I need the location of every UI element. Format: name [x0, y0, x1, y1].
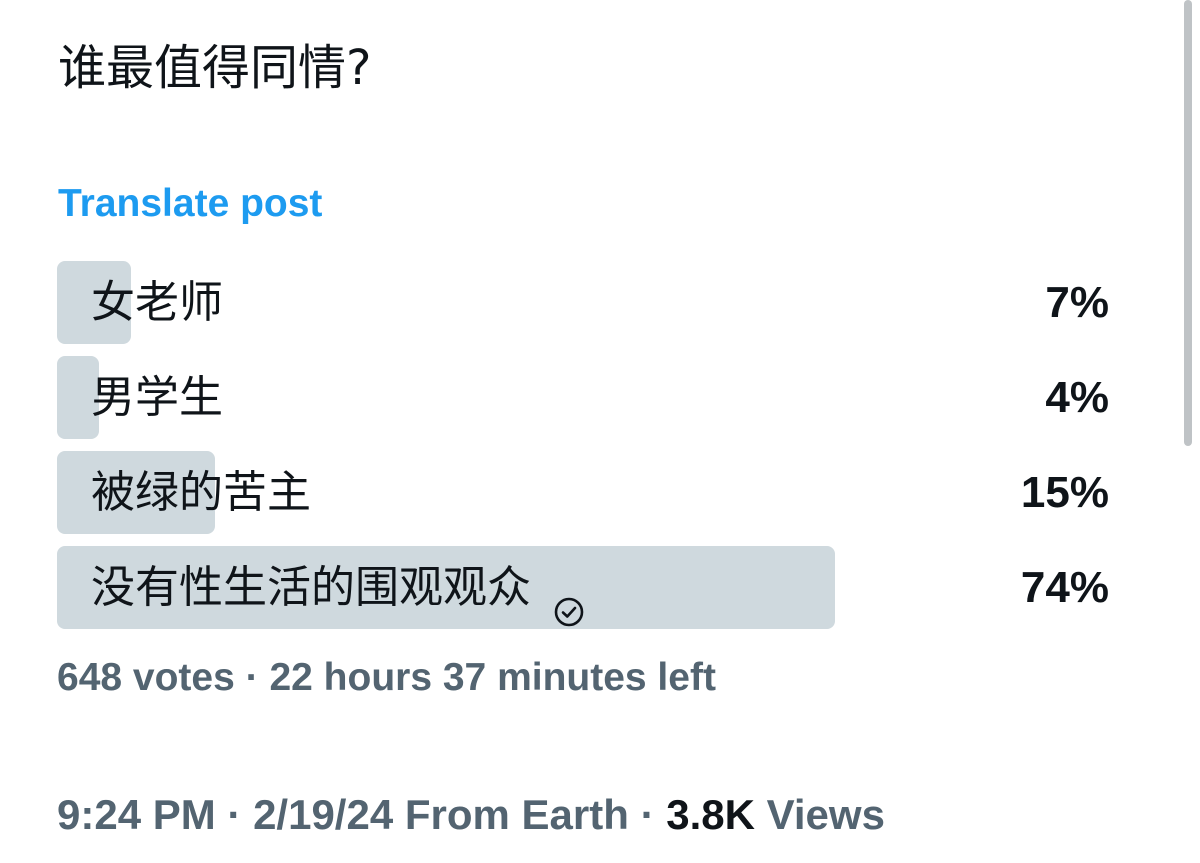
views-label: Views — [766, 791, 885, 838]
translate-post-link[interactable]: Translate post — [58, 178, 322, 230]
poll-meta: 648 votes · 22 hours 37 minutes left — [57, 652, 716, 704]
poll-option[interactable]: 被绿的苦主 15% — [57, 451, 1109, 534]
poll-time-left: 22 hours 37 minutes left — [269, 656, 716, 699]
poll-option-label: 男学生 — [91, 372, 223, 423]
poll: 女老师 7% 男学生 4% 被绿的苦主 15% 没有性生活的围观观众 74% — [57, 261, 1109, 641]
check-circle-icon — [553, 572, 585, 626]
post-time[interactable]: 9:24 PM — [57, 791, 216, 838]
separator: · — [628, 791, 667, 838]
separator: · — [215, 791, 254, 838]
poll-option-percent: 4% — [1045, 373, 1109, 422]
poll-option[interactable]: 没有性生活的围观观众 74% — [57, 546, 1109, 629]
post-meta: 9:24 PM · 2/19/24 From Earth · 3.8K View… — [57, 789, 885, 841]
post-source: From Earth — [404, 791, 629, 838]
poll-option-percent: 15% — [1020, 468, 1109, 517]
poll-vote-count: 648 votes — [57, 656, 235, 699]
views-count: 3.8K — [666, 791, 755, 838]
poll-option[interactable]: 女老师 7% — [57, 261, 1109, 344]
post-date[interactable]: 2/19/24 — [253, 791, 393, 838]
poll-option-label: 女老师 — [91, 277, 223, 328]
poll-option-percent: 74% — [1020, 563, 1109, 612]
separator: · — [234, 656, 270, 699]
poll-option-label: 没有性生活的围观观众 — [91, 562, 531, 613]
poll-option-label: 被绿的苦主 — [91, 467, 311, 518]
poll-option-percent: 7% — [1045, 278, 1109, 327]
scrollbar[interactable] — [1184, 0, 1192, 446]
post-text: 谁最值得同情? — [58, 40, 372, 96]
poll-option[interactable]: 男学生 4% — [57, 356, 1109, 439]
